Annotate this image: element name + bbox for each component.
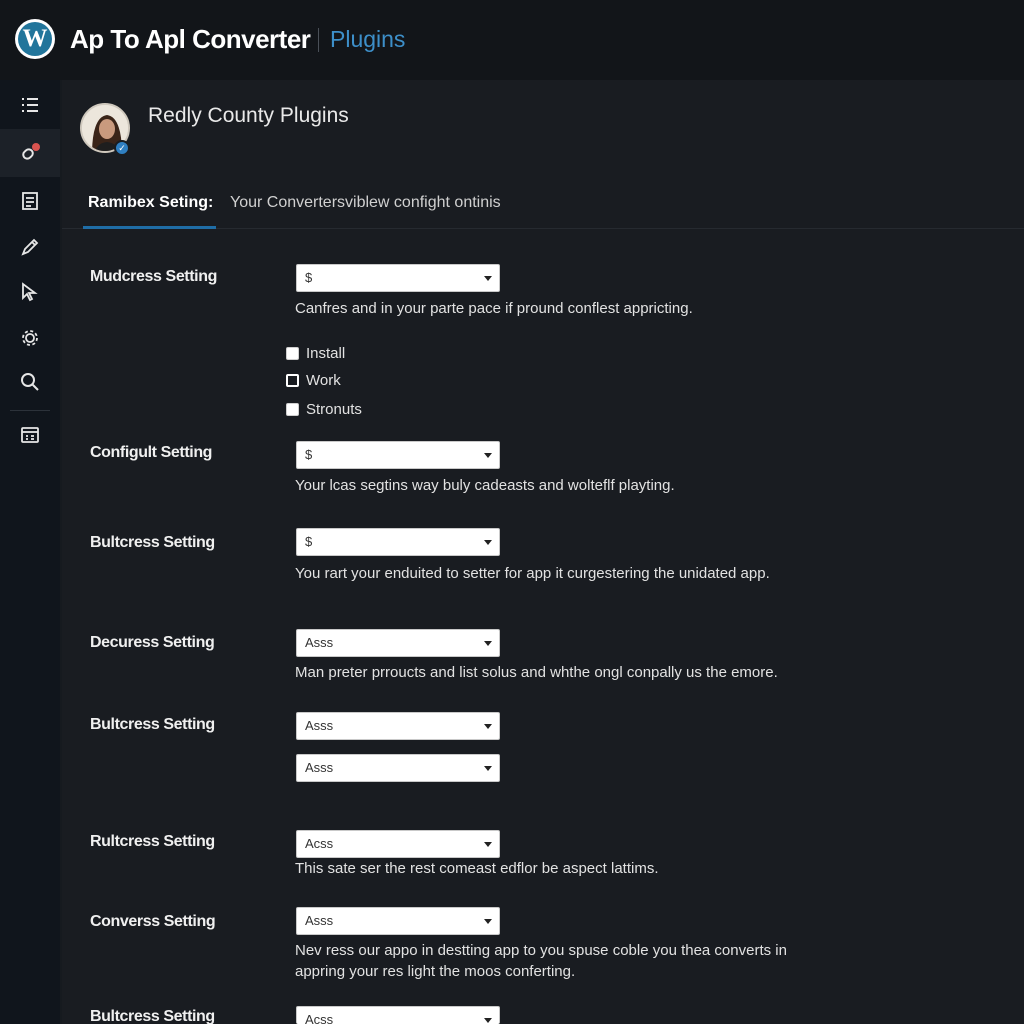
sidebar-item-pages[interactable] [0, 179, 60, 223]
setting-label: Mudcress Setting [90, 268, 217, 285]
checkbox-work[interactable]: Work [286, 372, 341, 389]
setting-label: Converss Setting [90, 913, 216, 930]
checkbox-box[interactable] [286, 347, 299, 360]
section-title[interactable]: Plugins [330, 26, 405, 53]
chevron-down-icon [484, 540, 492, 545]
sidebar-item-settings[interactable] [0, 316, 60, 360]
setting-label: Rultcress Setting [90, 833, 215, 850]
main-content [62, 80, 1024, 1024]
setting-label: Bultcress Setting [90, 716, 215, 733]
chevron-down-icon [484, 276, 492, 281]
setting-select-secondary[interactable]: Asss [296, 754, 500, 782]
tab-description: Your Convertersviblew confight ontinis [230, 194, 501, 211]
chevron-down-icon [484, 641, 492, 646]
chevron-down-icon [484, 919, 492, 924]
chevron-down-icon [484, 842, 492, 847]
setting-select[interactable]: Asss [296, 629, 500, 657]
tab-settings[interactable]: Ramibex Seting: [88, 194, 213, 212]
sidebar-item-list[interactable] [0, 83, 60, 127]
pencil-icon [21, 238, 39, 256]
setting-help-text: Nev ress our appo in destting app to you… [295, 942, 787, 980]
setting-select[interactable]: Acss [296, 830, 500, 858]
gear-icon [22, 330, 38, 346]
sidebar-item-edit[interactable] [0, 225, 60, 269]
setting-select[interactable]: $ [296, 441, 500, 469]
verified-badge-icon: ✓ [114, 140, 130, 156]
setting-help-text: Your lcas segtins way buly cadeasts and … [295, 477, 675, 494]
setting-help-text: Canfres and in your parte pace if pround… [295, 300, 693, 317]
sidebar-divider [10, 410, 50, 411]
setting-select[interactable]: $ [296, 528, 500, 556]
plugin-icon [22, 143, 40, 160]
sidebar-item-plugins[interactable] [0, 129, 60, 177]
setting-help-text: You rart your enduited to setter for app… [295, 565, 770, 582]
sidebar-item-dashboard[interactable] [0, 413, 60, 457]
setting-label: Bultcress Setting [90, 1008, 215, 1024]
chevron-down-icon [484, 766, 492, 771]
setting-help-text: This sate ser the rest comeast edflor be… [295, 860, 659, 877]
site-name: Redly County Plugins [148, 104, 349, 127]
checkbox-install[interactable]: Install [286, 345, 345, 362]
checkbox-box[interactable] [286, 374, 299, 387]
cursor-icon [22, 282, 38, 302]
chevron-down-icon [484, 1018, 492, 1023]
setting-select[interactable]: Asss [296, 712, 500, 740]
sidebar-item-select[interactable] [0, 270, 60, 314]
search-icon [21, 373, 39, 391]
list-icon [22, 98, 38, 112]
setting-help-text: Man preter prroucts and list solus and w… [295, 664, 778, 681]
setting-select[interactable]: Acss [296, 1006, 500, 1024]
setting-label: Decuress Setting [90, 634, 215, 651]
checkbox-box[interactable] [286, 403, 299, 416]
active-tab-indicator [83, 226, 216, 229]
setting-select[interactable]: Asss [296, 907, 500, 935]
setting-select[interactable]: $ [296, 264, 500, 292]
sidebar-item-search[interactable] [0, 360, 60, 404]
wordpress-logo-icon[interactable]: W [15, 19, 55, 59]
chevron-down-icon [484, 724, 492, 729]
setting-label: Configult Setting [90, 444, 213, 461]
checkbox-stronuts[interactable]: Stronuts [286, 401, 362, 418]
dashboard-icon [21, 427, 39, 443]
document-icon [22, 192, 38, 210]
app-title: Ap To Apl Converter [70, 24, 311, 54]
setting-label: Bultcress Setting [90, 534, 215, 551]
chevron-down-icon [484, 453, 492, 458]
title-divider [318, 28, 319, 52]
